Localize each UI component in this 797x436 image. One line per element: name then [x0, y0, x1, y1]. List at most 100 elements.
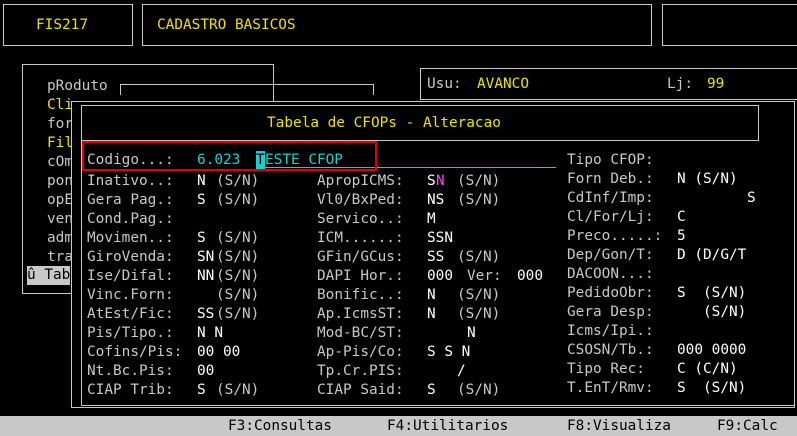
col2-field-value[interactable]: N	[467, 324, 476, 343]
col1-field-label: Cond.Pag.:	[87, 211, 174, 227]
col1-field-label: AtEst/Fic:	[87, 306, 174, 322]
col2-field-label: Servico..:	[317, 211, 404, 227]
col3-field-label: Dep/Gon/T:	[567, 247, 654, 263]
col1-field-value[interactable]: SN	[197, 248, 214, 267]
col2-field-hint: (S/N)	[457, 173, 501, 189]
col1-field-label: Cofins/Pis:	[87, 344, 183, 360]
menu-item-cli[interactable]: Cli	[47, 96, 73, 115]
col1-field-hint: (S/N)	[216, 287, 260, 303]
col1-field-hint: (S/N)	[216, 192, 260, 208]
col2-field-value[interactable]: N	[427, 286, 436, 305]
col2-field-hint: Ver:	[467, 268, 502, 284]
col2-field-value[interactable]: S	[427, 172, 436, 191]
col3-field-value[interactable]: C (C/N)	[677, 360, 738, 379]
col2-field-value[interactable]: SSN	[427, 229, 453, 248]
col1-field-hint: (S/N)	[216, 173, 260, 189]
col3-field-value[interactable]: N (S/N)	[677, 170, 738, 189]
col3-field-value[interactable]: 000 0000	[677, 341, 746, 360]
col2-field-extra[interactable]: 000	[517, 267, 543, 286]
col2-field-hint: (S/N)	[457, 287, 501, 303]
col1-field-label: CIAP Trib:	[87, 382, 174, 398]
col3-field-label: Preco.....:	[567, 228, 663, 244]
menu-item-for[interactable]: for	[47, 115, 73, 134]
col2-field-value[interactable]: S S N	[427, 343, 470, 362]
col3-field-label: Forn Deb.:	[567, 171, 654, 187]
col3-field-value[interactable]: S (S/N)	[677, 284, 746, 303]
program-code: FIS217	[36, 17, 88, 33]
col2-field-label: Vl0/BxPed:	[317, 192, 404, 208]
col3-field-label: PedidoObr:	[567, 285, 654, 301]
header-right-box	[662, 4, 797, 46]
col1-field-value[interactable]: S	[197, 191, 206, 210]
col1-field-value[interactable]: NN	[197, 267, 214, 286]
col2-field-label: Bonific..:	[317, 287, 404, 303]
col2-field-value[interactable]: SS	[427, 248, 444, 267]
col2-field-hint: (S/N)	[457, 306, 501, 322]
col2-field-value-2[interactable]: N	[436, 172, 445, 191]
screen-title: CADASTRO BASICOS	[157, 17, 296, 33]
function-key-bar: F3:Consultas F4:Utilitarios F8:Visualiza…	[0, 416, 797, 436]
col2-field-value[interactable]: S	[427, 381, 436, 400]
col3-field-value[interactable]: 5	[677, 227, 686, 246]
col3-field-label: Icms/Ipi.:	[567, 323, 654, 339]
col3-field-label: DACOON...:	[567, 266, 654, 282]
col2-field-label: GFin/GCus:	[317, 249, 404, 265]
menu-item-pon[interactable]: pon	[47, 172, 73, 191]
col3-field-value[interactable]: S	[747, 189, 756, 208]
col2-field-label: ICM......:	[317, 230, 404, 246]
col2-field-label: Ap.IcmsST:	[317, 306, 404, 322]
col1-field-value[interactable]: N N	[197, 324, 223, 343]
col1-field-hint: (S/N)	[216, 268, 260, 284]
menu-item-com[interactable]: cOm	[47, 153, 73, 172]
col1-field-value[interactable]: S	[197, 381, 206, 400]
f8-visualiza-key[interactable]: F8:Visualiza	[567, 416, 671, 436]
col2-field-hint: (S/N)	[457, 192, 501, 208]
col3-field-label: Gera Desp:	[567, 304, 654, 320]
col1-field-value[interactable]: N	[197, 172, 206, 191]
col3-field-label: CSOSN/Tb.:	[567, 342, 654, 358]
menu-item-tab-selected[interactable]: û Tab	[27, 266, 71, 285]
col1-field-hint: (S/N)	[216, 230, 260, 246]
col3-field-label: Tipo Rec:	[567, 361, 645, 377]
col2-field-value[interactable]: M	[427, 210, 436, 229]
menu-item-tra[interactable]: tra	[47, 248, 73, 267]
col1-field-label: Ise/Difal:	[87, 268, 174, 284]
col3-field-label: Cl/For/Lj:	[567, 209, 654, 225]
store-value: 99	[707, 76, 725, 92]
col1-field-value[interactable]: SS	[197, 305, 214, 324]
col1-field-hint: (S/N)	[216, 306, 260, 322]
col1-field-label: Vinc.Forn:	[87, 287, 174, 303]
f9-calc-key[interactable]: F9:Calc	[717, 416, 778, 436]
f4-utilitarios-key[interactable]: F4:Utilitarios	[387, 416, 508, 436]
col1-field-value[interactable]: 00	[197, 362, 214, 381]
col1-field-value[interactable]: S	[197, 229, 206, 248]
col1-field-value[interactable]: 00 00	[197, 343, 240, 362]
col3-field-value[interactable]: S (S/N)	[677, 379, 746, 398]
col3-field-value[interactable]: D (D/G/T	[677, 246, 746, 265]
menu-item-adm[interactable]: adm	[47, 229, 73, 248]
dialog-title: Tabela de CFOPs - Alteracao	[267, 115, 501, 131]
col1-field-label: Nt.Bc.Pis:	[87, 363, 174, 379]
menu-item-fil[interactable]: Fil	[47, 134, 73, 153]
col1-field-label: Inativo..:	[87, 173, 174, 189]
col3-field-value[interactable]: C	[677, 208, 686, 227]
col2-field-value[interactable]: NS	[427, 191, 444, 210]
col3-field-value[interactable]: (S/N)	[677, 303, 746, 322]
col2-field-label: Mod-BC/ST:	[317, 325, 404, 341]
col3-field-label: T.EnT/Rmv:	[567, 380, 654, 396]
menu-item-ope[interactable]: opE	[47, 191, 73, 210]
col2-field-label: ApropICMS:	[317, 173, 404, 189]
col2-field-value[interactable]: N	[427, 305, 436, 324]
col2-field-label: DAPI Hor.:	[317, 268, 404, 284]
menu-item-produto[interactable]: pRoduto	[47, 77, 108, 96]
col1-field-hint: (S/N)	[216, 382, 260, 398]
col1-field-label: Pis/Tipo.:	[87, 325, 174, 341]
col1-field-label: GiroVenda:	[87, 249, 174, 265]
col1-field-label: Movimen..:	[87, 230, 174, 246]
col2-field-value[interactable]: 000	[427, 267, 453, 286]
menu-item-ven[interactable]: ven	[47, 210, 73, 229]
col2-field-value[interactable]: /	[457, 362, 466, 381]
col2-field-label: Ap-Pis/Co:	[317, 344, 404, 360]
col3-field-label: Tipo CFOP:	[567, 152, 654, 168]
f3-consultas-key[interactable]: F3:Consultas	[228, 416, 332, 436]
